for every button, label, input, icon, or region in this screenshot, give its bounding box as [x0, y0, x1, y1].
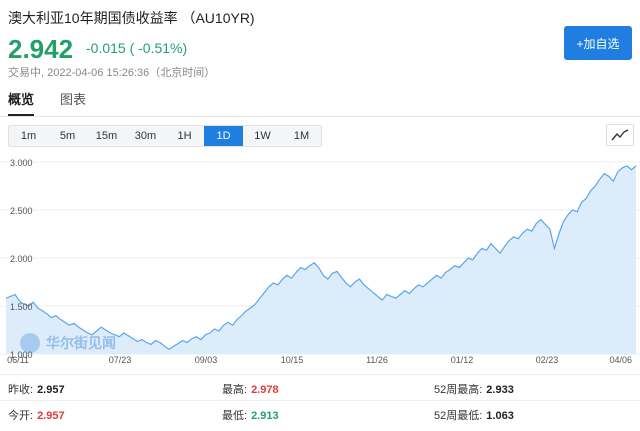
- y-tick-label: 1.500: [10, 302, 33, 312]
- period-1w[interactable]: 1W: [243, 126, 282, 146]
- stat-52w-low: 52周最低: 1.063: [434, 407, 514, 423]
- tabs-divider: [0, 116, 640, 117]
- open-value: 2.957: [37, 410, 65, 422]
- period-1h[interactable]: 1H: [165, 126, 204, 146]
- high-value: 2.978: [251, 384, 279, 396]
- stats-divider-top: [0, 374, 640, 375]
- quote-header: 澳大利亚10年期国债收益率 （AU10YR) 2.942 -0.015 ( -0…: [8, 6, 632, 84]
- stat-low: 最低: 2.913: [222, 407, 279, 423]
- stat-high: 最高: 2.978: [222, 381, 279, 397]
- price-change: -0.015 ( -0.51%): [86, 40, 188, 56]
- low-value: 2.913: [251, 410, 279, 422]
- x-tick-label: 09/03: [195, 355, 218, 365]
- status-text: 交易中: [8, 67, 41, 79]
- period-selector: 1m 5m 15m 30m 1H 1D 1W 1M: [8, 125, 322, 147]
- x-tick-label: 04/06: [609, 355, 632, 365]
- high-label: 最高:: [222, 384, 248, 396]
- stats-panel: 昨收: 2.957 最高: 2.978 52周最高: 2.933 今开: 2.957 最…: [0, 374, 640, 431]
- stat-52w-high: 52周最高: 2.933: [434, 381, 514, 397]
- stats-divider-mid: [0, 400, 640, 401]
- stat-prev-close: 昨收: 2.957: [8, 381, 65, 397]
- open-label: 今开:: [8, 410, 34, 422]
- period-1m[interactable]: 1m: [9, 126, 48, 146]
- x-tick-label: 11/26: [366, 355, 388, 365]
- low-label: 最低:: [222, 410, 248, 422]
- y-tick-label: 2.500: [10, 206, 33, 216]
- prev-close-label: 昨收:: [8, 384, 34, 396]
- low52-label: 52周最低:: [434, 410, 483, 422]
- line-chart-icon: [611, 129, 629, 141]
- x-tick-label: 06/11: [7, 355, 29, 365]
- quote-timestamp: 2022-04-06 15:26:36（北京时间）: [47, 67, 216, 79]
- high52-value: 2.933: [486, 384, 514, 396]
- prev-close-value: 2.957: [37, 384, 65, 396]
- y-tick-label: 3.000: [10, 158, 33, 168]
- instrument-title: 澳大利亚10年期国债收益率 （AU10YR): [8, 10, 255, 26]
- tab-overview[interactable]: 概览: [8, 90, 35, 116]
- tab-chart[interactable]: 图表: [60, 90, 86, 116]
- trading-status: 交易中, 2022-04-06 15:26:36（北京时间）: [8, 67, 216, 79]
- low52-value: 1.063: [486, 410, 514, 422]
- period-1mo[interactable]: 1M: [282, 126, 321, 146]
- series-area: [6, 165, 636, 354]
- last-price: 2.942: [8, 34, 74, 64]
- x-tick-label: 02/23: [536, 355, 559, 365]
- x-tick-label: 10/15: [281, 355, 304, 365]
- period-1d[interactable]: 1D: [204, 126, 243, 146]
- price-chart[interactable]: 华尔街见闻3.0002.5002.0001.5001.00006/11 07/23…: [0, 152, 640, 370]
- x-tick-label: 07/23: [109, 355, 132, 365]
- period-30m[interactable]: 30m: [126, 126, 165, 146]
- watermark: 华尔街见闻: [20, 333, 116, 353]
- stat-open: 今开: 2.957: [8, 407, 65, 423]
- y-tick-label: 2.000: [10, 254, 33, 264]
- period-5m[interactable]: 5m: [48, 126, 87, 146]
- period-15m[interactable]: 15m: [87, 126, 126, 146]
- watermark-text: 华尔街见闻: [46, 335, 116, 352]
- view-tabs: 概览 图表: [8, 90, 86, 116]
- high52-label: 52周最高:: [434, 384, 483, 396]
- x-tick-label: 01/12: [451, 355, 474, 365]
- add-watchlist-button[interactable]: +加自选: [564, 26, 632, 60]
- chart-type-button[interactable]: [606, 124, 634, 146]
